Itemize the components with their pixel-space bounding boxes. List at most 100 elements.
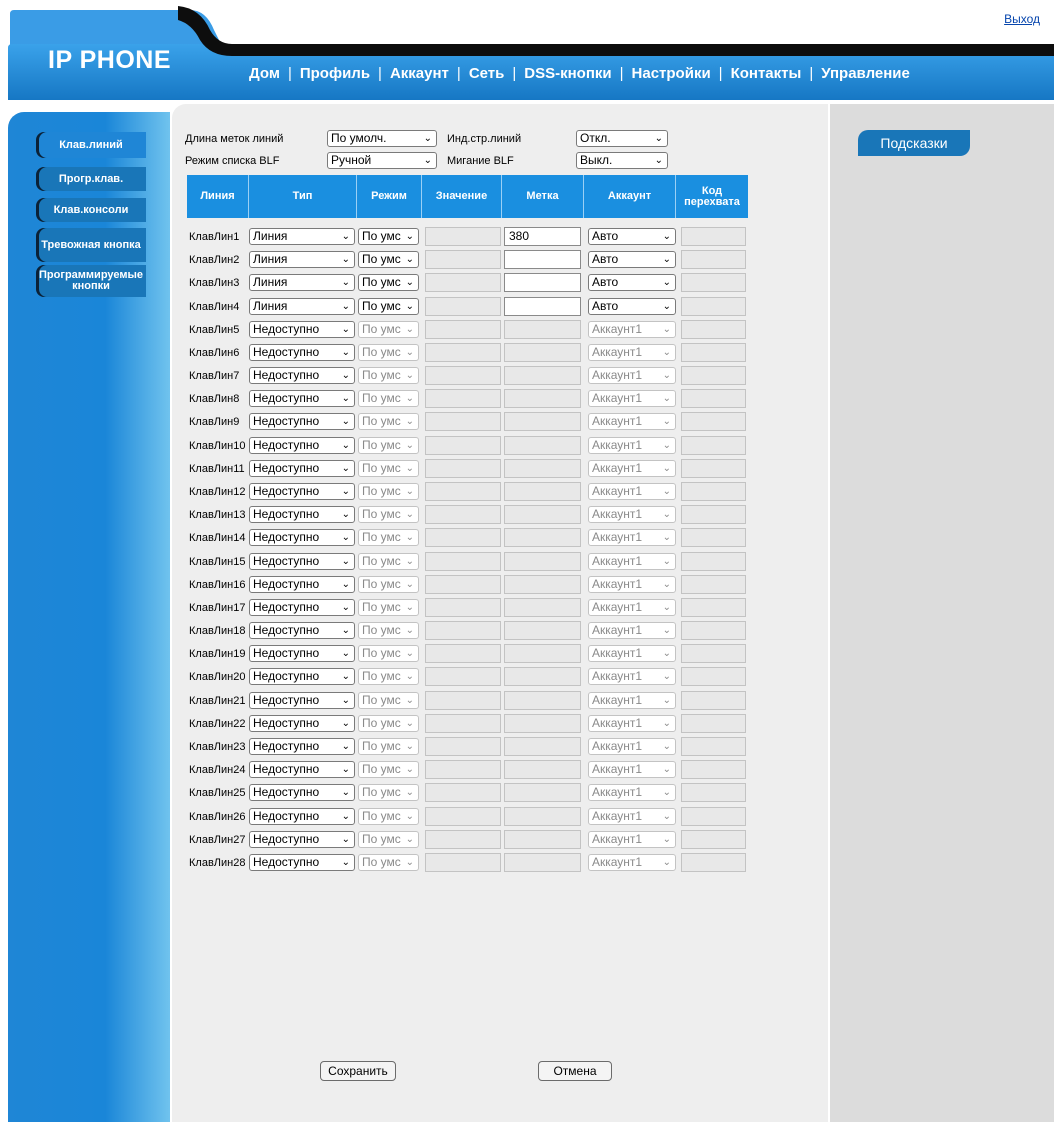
type-select[interactable]: Недоступно ⌄	[249, 460, 355, 477]
account-select[interactable]: Аккаунт1 ⌄	[588, 367, 676, 384]
label-input[interactable]	[504, 250, 581, 269]
pickup-code-input[interactable]	[681, 807, 746, 826]
value-input[interactable]	[425, 528, 501, 547]
mode-select[interactable]: По умс ⌄	[358, 622, 419, 639]
account-select[interactable]: Аккаунт1 ⌄	[588, 668, 676, 685]
label-input[interactable]	[504, 621, 581, 640]
label-input[interactable]: 380	[504, 227, 581, 246]
nav-contacts[interactable]: Контакты	[731, 65, 802, 82]
label-input[interactable]	[504, 667, 581, 686]
account-select[interactable]: Аккаунт1 ⌄	[588, 344, 676, 361]
value-input[interactable]	[425, 297, 501, 316]
label-input[interactable]	[504, 783, 581, 802]
type-select[interactable]: Недоступно ⌄	[249, 854, 355, 871]
label-input[interactable]	[504, 343, 581, 362]
mode-select[interactable]: По умс ⌄	[358, 321, 419, 338]
label-input[interactable]	[504, 366, 581, 385]
label-input[interactable]	[504, 482, 581, 501]
mode-select[interactable]: По умс ⌄	[358, 344, 419, 361]
value-input[interactable]	[425, 760, 501, 779]
value-input[interactable]	[425, 714, 501, 733]
label-input[interactable]	[504, 714, 581, 733]
account-select[interactable]: Аккаунт1 ⌄	[588, 483, 676, 500]
mode-select[interactable]: По умс ⌄	[358, 460, 419, 477]
account-select[interactable]: Аккаунт1 ⌄	[588, 692, 676, 709]
label-input[interactable]	[504, 830, 581, 849]
mode-select[interactable]: По умс ⌄	[358, 390, 419, 407]
pickup-code-input[interactable]	[681, 297, 746, 316]
sidebar-item-expansion-keys[interactable]: Клав.консоли	[36, 198, 146, 222]
value-input[interactable]	[425, 575, 501, 594]
account-select[interactable]: Аккаунт1 ⌄	[588, 599, 676, 616]
value-input[interactable]	[425, 691, 501, 710]
account-select[interactable]: Аккаунт1 ⌄	[588, 506, 676, 523]
mode-select[interactable]: По умс ⌄	[358, 437, 419, 454]
value-input[interactable]	[425, 552, 501, 571]
type-select[interactable]: Недоступно ⌄	[249, 831, 355, 848]
save-button[interactable]: Сохранить	[320, 1061, 396, 1081]
type-select[interactable]: Недоступно ⌄	[249, 668, 355, 685]
type-select[interactable]: Недоступно ⌄	[249, 622, 355, 639]
sidebar-item-alarm-button[interactable]: Тревожная кнопка	[36, 228, 146, 262]
value-input[interactable]	[425, 320, 501, 339]
type-select[interactable]: Линия ⌄	[249, 228, 355, 245]
type-select[interactable]: Недоступно ⌄	[249, 483, 355, 500]
nav-settings[interactable]: Настройки	[632, 65, 711, 82]
nav-profile[interactable]: Профиль	[300, 65, 370, 82]
mode-select[interactable]: По умс ⌄	[358, 761, 419, 778]
value-input[interactable]	[425, 459, 501, 478]
label-input[interactable]	[504, 436, 581, 455]
account-select[interactable]: Аккаунт1 ⌄	[588, 761, 676, 778]
mode-select[interactable]: По умс ⌄	[358, 715, 419, 732]
label-input[interactable]	[504, 644, 581, 663]
value-input[interactable]	[425, 783, 501, 802]
mode-select[interactable]: По умс ⌄	[358, 692, 419, 709]
type-select[interactable]: Недоступно ⌄	[249, 344, 355, 361]
sidebar-item-softkeys[interactable]: Программируемые кнопки	[36, 265, 146, 297]
pickup-code-input[interactable]	[681, 830, 746, 849]
account-select[interactable]: Аккаунт1 ⌄	[588, 413, 676, 430]
label-input[interactable]	[504, 552, 581, 571]
account-select[interactable]: Аккаунт1 ⌄	[588, 321, 676, 338]
pickup-code-input[interactable]	[681, 459, 746, 478]
mode-select[interactable]: По умс ⌄	[358, 808, 419, 825]
label-input[interactable]	[504, 760, 581, 779]
mode-select[interactable]: По умс ⌄	[358, 576, 419, 593]
mode-select[interactable]: По умс ⌄	[358, 599, 419, 616]
account-select[interactable]: Аккаунт1 ⌄	[588, 738, 676, 755]
pickup-code-input[interactable]	[681, 482, 746, 501]
label-input[interactable]	[504, 807, 581, 826]
nav-management[interactable]: Управление	[821, 65, 910, 82]
type-select[interactable]: Недоступно ⌄	[249, 715, 355, 732]
value-input[interactable]	[425, 853, 501, 872]
type-select[interactable]: Линия ⌄	[249, 274, 355, 291]
pickup-code-input[interactable]	[681, 621, 746, 640]
account-select[interactable]: Авто ⌄	[588, 274, 676, 291]
label-input[interactable]	[504, 598, 581, 617]
nav-network[interactable]: Сеть	[469, 65, 505, 82]
account-select[interactable]: Аккаунт1 ⌄	[588, 808, 676, 825]
label-input[interactable]	[504, 505, 581, 524]
type-select[interactable]: Недоступно ⌄	[249, 808, 355, 825]
mode-select[interactable]: По умс ⌄	[358, 251, 419, 268]
label-input[interactable]	[504, 459, 581, 478]
line-label-length-select[interactable]: По умолч. ⌄	[327, 130, 437, 147]
sidebar-item-programmable-keys[interactable]: Прогр.клав.	[36, 167, 146, 191]
type-select[interactable]: Недоступно ⌄	[249, 413, 355, 430]
mode-select[interactable]: По умс ⌄	[358, 298, 419, 315]
account-select[interactable]: Авто ⌄	[588, 251, 676, 268]
value-input[interactable]	[425, 227, 501, 246]
pickup-code-input[interactable]	[681, 528, 746, 547]
label-input[interactable]	[504, 320, 581, 339]
value-input[interactable]	[425, 667, 501, 686]
mode-select[interactable]: По умс ⌄	[358, 668, 419, 685]
type-select[interactable]: Недоступно ⌄	[249, 645, 355, 662]
nav-account[interactable]: Аккаунт	[390, 65, 449, 82]
value-input[interactable]	[425, 621, 501, 640]
pickup-code-input[interactable]	[681, 691, 746, 710]
value-input[interactable]	[425, 482, 501, 501]
pickup-code-input[interactable]	[681, 389, 746, 408]
pickup-code-input[interactable]	[681, 250, 746, 269]
value-input[interactable]	[425, 250, 501, 269]
label-input[interactable]	[504, 528, 581, 547]
